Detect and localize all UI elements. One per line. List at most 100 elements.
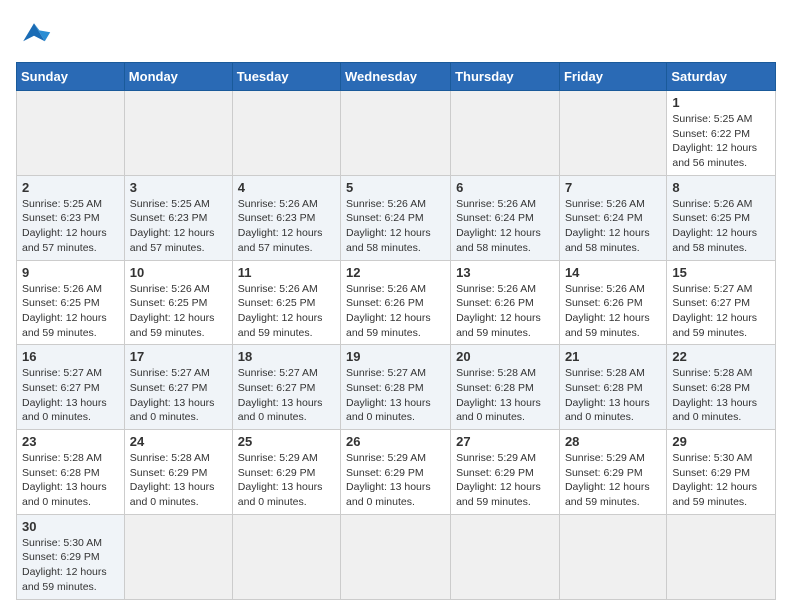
day-number: 24 bbox=[130, 434, 227, 449]
calendar-cell: 9 Sunrise: 5:26 AM Sunset: 6:25 PM Daylig… bbox=[17, 260, 125, 345]
day-number: 13 bbox=[456, 265, 554, 280]
day-number: 29 bbox=[672, 434, 770, 449]
calendar-cell: 2 Sunrise: 5:25 AM Sunset: 6:23 PM Daylig… bbox=[17, 175, 125, 260]
day-info: Sunrise: 5:26 AM Sunset: 6:25 PM Dayligh… bbox=[22, 282, 119, 341]
day-info: Sunrise: 5:25 AM Sunset: 6:22 PM Dayligh… bbox=[672, 112, 770, 171]
day-info: Sunrise: 5:26 AM Sunset: 6:26 PM Dayligh… bbox=[456, 282, 554, 341]
day-number: 7 bbox=[565, 180, 661, 195]
day-number: 22 bbox=[672, 349, 770, 364]
calendar-cell: 18 Sunrise: 5:27 AM Sunset: 6:27 PM Dayli… bbox=[232, 345, 340, 430]
weekday-header: Tuesday bbox=[232, 63, 340, 91]
calendar-cell bbox=[667, 514, 776, 599]
calendar-cell: 20 Sunrise: 5:28 AM Sunset: 6:28 PM Dayli… bbox=[451, 345, 560, 430]
calendar-cell bbox=[341, 514, 451, 599]
day-number: 16 bbox=[22, 349, 119, 364]
day-info: Sunrise: 5:28 AM Sunset: 6:28 PM Dayligh… bbox=[22, 451, 119, 510]
weekday-header: Thursday bbox=[451, 63, 560, 91]
weekday-header: Sunday bbox=[17, 63, 125, 91]
day-info: Sunrise: 5:27 AM Sunset: 6:27 PM Dayligh… bbox=[672, 282, 770, 341]
day-number: 6 bbox=[456, 180, 554, 195]
day-number: 26 bbox=[346, 434, 445, 449]
calendar-cell: 16 Sunrise: 5:27 AM Sunset: 6:27 PM Dayli… bbox=[17, 345, 125, 430]
calendar-week-row: 30 Sunrise: 5:30 AM Sunset: 6:29 PM Dayli… bbox=[17, 514, 776, 599]
calendar-cell: 24Sunrise: 5:28 AM Sunset: 6:29 PM Dayli… bbox=[124, 430, 232, 515]
calendar-cell: 7Sunrise: 5:26 AM Sunset: 6:24 PM Daylig… bbox=[559, 175, 666, 260]
calendar-cell bbox=[17, 91, 125, 176]
day-info: Sunrise: 5:29 AM Sunset: 6:29 PM Dayligh… bbox=[346, 451, 445, 510]
calendar-cell bbox=[232, 91, 340, 176]
day-info: Sunrise: 5:26 AM Sunset: 6:25 PM Dayligh… bbox=[672, 197, 770, 256]
calendar-cell: 23 Sunrise: 5:28 AM Sunset: 6:28 PM Dayli… bbox=[17, 430, 125, 515]
weekday-header: Wednesday bbox=[341, 63, 451, 91]
day-number: 5 bbox=[346, 180, 445, 195]
day-info: Sunrise: 5:25 AM Sunset: 6:23 PM Dayligh… bbox=[22, 197, 119, 256]
day-info: Sunrise: 5:26 AM Sunset: 6:25 PM Dayligh… bbox=[238, 282, 335, 341]
calendar-cell: 30 Sunrise: 5:30 AM Sunset: 6:29 PM Dayli… bbox=[17, 514, 125, 599]
logo-icon bbox=[16, 16, 52, 52]
calendar-week-row: 16 Sunrise: 5:27 AM Sunset: 6:27 PM Dayli… bbox=[17, 345, 776, 430]
calendar-cell: 15Sunrise: 5:27 AM Sunset: 6:27 PM Dayli… bbox=[667, 260, 776, 345]
weekday-header: Saturday bbox=[667, 63, 776, 91]
calendar-cell: 17Sunrise: 5:27 AM Sunset: 6:27 PM Dayli… bbox=[124, 345, 232, 430]
day-number: 23 bbox=[22, 434, 119, 449]
day-info: Sunrise: 5:29 AM Sunset: 6:29 PM Dayligh… bbox=[565, 451, 661, 510]
calendar-cell bbox=[341, 91, 451, 176]
day-info: Sunrise: 5:26 AM Sunset: 6:26 PM Dayligh… bbox=[565, 282, 661, 341]
calendar-cell bbox=[451, 514, 560, 599]
calendar-cell: 19 Sunrise: 5:27 AM Sunset: 6:28 PM Dayli… bbox=[341, 345, 451, 430]
day-info: Sunrise: 5:26 AM Sunset: 6:25 PM Dayligh… bbox=[130, 282, 227, 341]
logo bbox=[16, 16, 56, 52]
calendar-cell bbox=[232, 514, 340, 599]
calendar-cell: 21 Sunrise: 5:28 AM Sunset: 6:28 PM Dayli… bbox=[559, 345, 666, 430]
day-info: Sunrise: 5:27 AM Sunset: 6:27 PM Dayligh… bbox=[238, 366, 335, 425]
calendar-cell: 25 Sunrise: 5:29 AM Sunset: 6:29 PM Dayli… bbox=[232, 430, 340, 515]
calendar-week-row: 2 Sunrise: 5:25 AM Sunset: 6:23 PM Daylig… bbox=[17, 175, 776, 260]
calendar-cell: 8 Sunrise: 5:26 AM Sunset: 6:25 PM Daylig… bbox=[667, 175, 776, 260]
day-number: 21 bbox=[565, 349, 661, 364]
day-number: 20 bbox=[456, 349, 554, 364]
day-number: 17 bbox=[130, 349, 227, 364]
day-info: Sunrise: 5:29 AM Sunset: 6:29 PM Dayligh… bbox=[456, 451, 554, 510]
calendar-cell: 10 Sunrise: 5:26 AM Sunset: 6:25 PM Dayli… bbox=[124, 260, 232, 345]
calendar-cell: 12Sunrise: 5:26 AM Sunset: 6:26 PM Dayli… bbox=[341, 260, 451, 345]
day-info: Sunrise: 5:29 AM Sunset: 6:29 PM Dayligh… bbox=[238, 451, 335, 510]
calendar-week-row: 9 Sunrise: 5:26 AM Sunset: 6:25 PM Daylig… bbox=[17, 260, 776, 345]
day-number: 9 bbox=[22, 265, 119, 280]
calendar-cell bbox=[559, 514, 666, 599]
calendar-cell: 4Sunrise: 5:26 AM Sunset: 6:23 PM Daylig… bbox=[232, 175, 340, 260]
day-number: 11 bbox=[238, 265, 335, 280]
day-number: 2 bbox=[22, 180, 119, 195]
calendar-cell bbox=[124, 91, 232, 176]
calendar-cell bbox=[124, 514, 232, 599]
calendar-cell: 11 Sunrise: 5:26 AM Sunset: 6:25 PM Dayli… bbox=[232, 260, 340, 345]
day-number: 30 bbox=[22, 519, 119, 534]
calendar-cell: 28Sunrise: 5:29 AM Sunset: 6:29 PM Dayli… bbox=[559, 430, 666, 515]
weekday-header-row: SundayMondayTuesdayWednesdayThursdayFrid… bbox=[17, 63, 776, 91]
day-number: 1 bbox=[672, 95, 770, 110]
day-info: Sunrise: 5:26 AM Sunset: 6:24 PM Dayligh… bbox=[456, 197, 554, 256]
calendar-table: SundayMondayTuesdayWednesdayThursdayFrid… bbox=[16, 62, 776, 600]
calendar-cell: 14Sunrise: 5:26 AM Sunset: 6:26 PM Dayli… bbox=[559, 260, 666, 345]
day-number: 10 bbox=[130, 265, 227, 280]
day-info: Sunrise: 5:27 AM Sunset: 6:27 PM Dayligh… bbox=[22, 366, 119, 425]
day-number: 18 bbox=[238, 349, 335, 364]
day-info: Sunrise: 5:25 AM Sunset: 6:23 PM Dayligh… bbox=[130, 197, 227, 256]
day-number: 8 bbox=[672, 180, 770, 195]
calendar-cell: 5Sunrise: 5:26 AM Sunset: 6:24 PM Daylig… bbox=[341, 175, 451, 260]
day-info: Sunrise: 5:27 AM Sunset: 6:28 PM Dayligh… bbox=[346, 366, 445, 425]
day-info: Sunrise: 5:26 AM Sunset: 6:26 PM Dayligh… bbox=[346, 282, 445, 341]
day-info: Sunrise: 5:30 AM Sunset: 6:29 PM Dayligh… bbox=[22, 536, 119, 595]
day-number: 3 bbox=[130, 180, 227, 195]
calendar-cell: 1 Sunrise: 5:25 AM Sunset: 6:22 PM Daylig… bbox=[667, 91, 776, 176]
day-number: 25 bbox=[238, 434, 335, 449]
calendar-cell: 29Sunrise: 5:30 AM Sunset: 6:29 PM Dayli… bbox=[667, 430, 776, 515]
day-info: Sunrise: 5:26 AM Sunset: 6:23 PM Dayligh… bbox=[238, 197, 335, 256]
page-header bbox=[16, 16, 776, 52]
calendar-cell: 26 Sunrise: 5:29 AM Sunset: 6:29 PM Dayli… bbox=[341, 430, 451, 515]
calendar-cell bbox=[559, 91, 666, 176]
day-info: Sunrise: 5:28 AM Sunset: 6:28 PM Dayligh… bbox=[565, 366, 661, 425]
day-number: 27 bbox=[456, 434, 554, 449]
day-number: 19 bbox=[346, 349, 445, 364]
day-info: Sunrise: 5:28 AM Sunset: 6:28 PM Dayligh… bbox=[456, 366, 554, 425]
day-info: Sunrise: 5:28 AM Sunset: 6:28 PM Dayligh… bbox=[672, 366, 770, 425]
